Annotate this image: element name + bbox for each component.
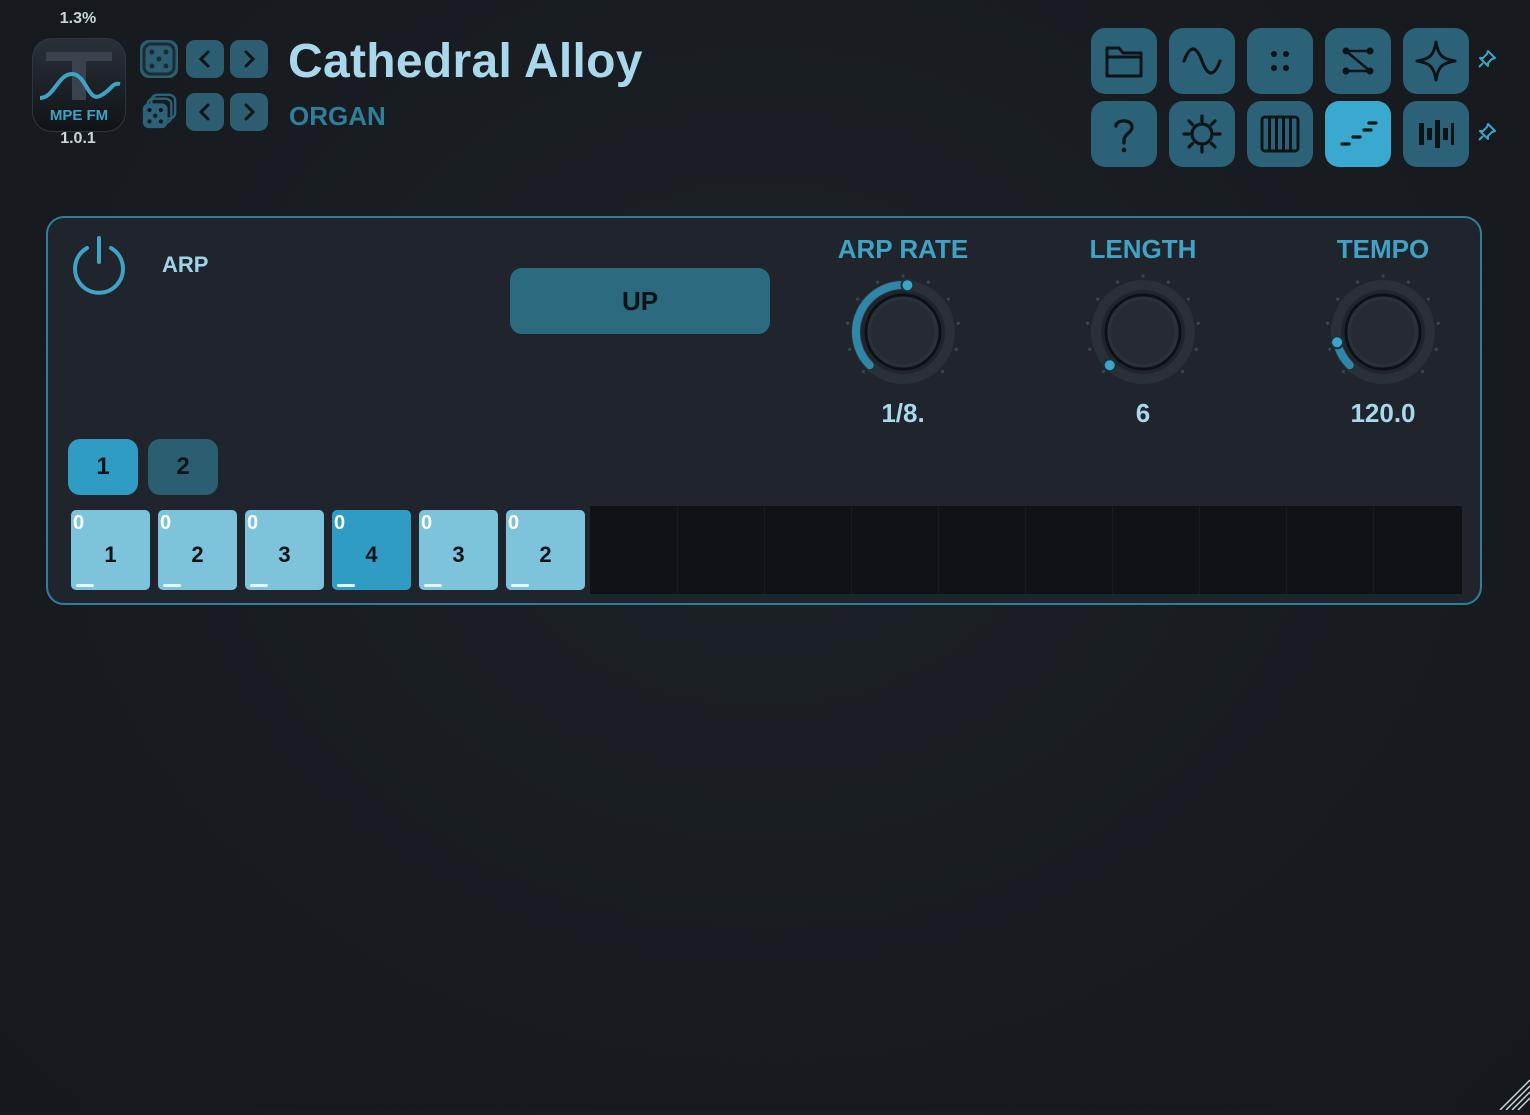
resize-handle[interactable]: [1494, 1074, 1530, 1111]
step-5[interactable]: 0 3: [419, 510, 498, 590]
sine-wave-icon: [1182, 47, 1222, 75]
step-offset: 0: [334, 512, 346, 534]
dice-wave-icon: [142, 42, 176, 76]
arpeggiator-icon: [1340, 121, 1378, 146]
next-preset-button[interactable]: [230, 40, 268, 78]
prev-preset-button[interactable]: [186, 40, 224, 78]
knob-graphic: [846, 274, 960, 384]
help-button[interactable]: [1091, 101, 1157, 167]
matrix-button[interactable]: [1247, 28, 1313, 94]
step-divider: [1286, 506, 1287, 594]
arp-rate-value: 1/8.: [881, 398, 925, 428]
arp-label: ARP: [162, 252, 209, 277]
pin-icon: [1478, 123, 1496, 141]
step-offset: 0: [247, 512, 259, 534]
routing-button[interactable]: [1325, 28, 1391, 94]
step-divider: [851, 506, 852, 594]
step-offset: 0: [160, 512, 172, 534]
bars-icon: [1419, 120, 1454, 148]
step-note: 2: [539, 542, 552, 567]
settings-icon: [1182, 114, 1222, 154]
resize-grip-icon: [1499, 1079, 1530, 1111]
step-note: 4: [365, 542, 378, 567]
keyboard-icon: [1260, 115, 1300, 153]
step-divider: [764, 506, 765, 594]
knob-graphic: [1086, 274, 1200, 384]
step-divider: [1112, 506, 1113, 594]
step-velocity-bar[interactable]: [163, 584, 181, 587]
version-label: 1.0.1: [60, 130, 96, 147]
page-2-button[interactable]: 2: [148, 439, 218, 495]
help-icon: [1114, 119, 1134, 153]
power-icon: [73, 236, 125, 295]
step-note: 1: [104, 542, 117, 567]
dots-grid-icon: [1271, 51, 1289, 71]
chevron-left-icon: [198, 103, 210, 121]
step-divider: [1373, 506, 1374, 594]
chevron-right-icon: [244, 103, 256, 121]
sparkle-icon: [1415, 40, 1457, 82]
step-velocity-bar[interactable]: [424, 584, 442, 587]
length-value: 6: [1135, 398, 1151, 428]
chevron-right-icon: [244, 50, 256, 68]
step-6[interactable]: 0 2: [506, 510, 585, 590]
settings-button[interactable]: [1169, 101, 1235, 167]
prev-category-button[interactable]: [186, 93, 224, 131]
randomize-button[interactable]: [140, 40, 178, 78]
step-divider: [938, 506, 939, 594]
step-velocity-bar[interactable]: [337, 584, 355, 587]
randomize-all-button[interactable]: [140, 92, 178, 130]
preset-name[interactable]: Cathedral Alloy: [288, 34, 643, 89]
knob-graphic: [1326, 274, 1440, 384]
length-knob[interactable]: [1083, 272, 1203, 392]
step-note: 3: [278, 542, 291, 567]
step-note: 3: [452, 542, 465, 567]
step-offset: 0: [421, 512, 433, 534]
step-velocity-bar[interactable]: [250, 584, 268, 587]
step-offset: 0: [508, 512, 520, 534]
oscillator-button[interactable]: [1169, 28, 1235, 94]
length-title: LENGTH: [1089, 234, 1197, 264]
multi-dice-icon: [142, 93, 177, 129]
arp-mode-selector[interactable]: UP: [510, 268, 770, 334]
preset-category: ORGAN: [289, 101, 386, 131]
step-4[interactable]: 0 4: [332, 510, 411, 590]
effects-button[interactable]: [1403, 28, 1469, 94]
routing-icon: [1342, 47, 1374, 75]
step-divider: [1025, 506, 1026, 594]
cpu-usage: 1.3%: [59, 10, 97, 27]
page-1-button[interactable]: 1: [68, 439, 138, 495]
pin-icon: [1478, 50, 1496, 68]
step-offset: 0: [73, 512, 85, 534]
arpeggiator-button[interactable]: [1325, 101, 1391, 167]
pin-bottom-button[interactable]: [1476, 121, 1498, 143]
step-2[interactable]: 0 2: [158, 510, 237, 590]
browser-button[interactable]: [1091, 28, 1157, 94]
step-velocity-bar[interactable]: [76, 584, 94, 587]
step-3[interactable]: 0 3: [245, 510, 324, 590]
arp-power-button[interactable]: [68, 234, 130, 296]
next-category-button[interactable]: [230, 93, 268, 131]
keyboard-button[interactable]: [1247, 101, 1313, 167]
step-velocity-bar[interactable]: [511, 584, 529, 587]
spectrum-button[interactable]: [1403, 101, 1469, 167]
arp-rate-title: ARP RATE: [837, 234, 969, 264]
logo-text: MPE FM: [49, 107, 109, 124]
step-divider: [1199, 506, 1200, 594]
step-note: 2: [191, 542, 204, 567]
pin-top-button[interactable]: [1476, 48, 1498, 70]
tempo-value: 120.0: [1350, 398, 1416, 428]
tempo-title: TEMPO: [1336, 234, 1430, 264]
folder-icon: [1105, 46, 1143, 78]
arp-rate-knob[interactable]: [843, 272, 963, 392]
empty-step-area: [590, 506, 1462, 594]
chevron-left-icon: [198, 50, 210, 68]
step-divider: [677, 506, 678, 594]
app-logo[interactable]: MPE FM: [32, 38, 126, 132]
step-1[interactable]: 0 1: [71, 510, 150, 590]
tempo-knob[interactable]: [1323, 272, 1443, 392]
